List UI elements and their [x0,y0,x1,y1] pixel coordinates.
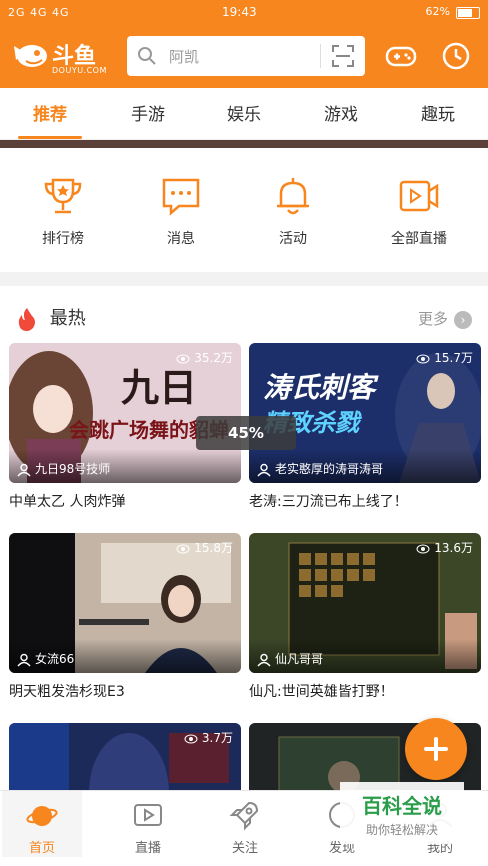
nav-label: 直播 [134,841,161,856]
rocket-icon [229,801,259,831]
quick-item-label: 活动 [279,231,307,247]
douyu-logo[interactable]: 斗鱼 DOUYU.COM [12,36,112,78]
thumb-headline: 涛氏刺客 [263,371,379,404]
quick-entry-row: 排行榜 消息 活动 全部直播 [0,148,488,272]
quick-item-label: 全部直播 [391,231,447,247]
active-tab-indicator [18,136,82,139]
watermark-title: 百科全说 [362,794,442,818]
eye-icon [176,354,190,363]
video-card[interactable]: 15.8万 女流66 明天粗发浩杉现E3 [9,533,241,701]
tab-games[interactable]: 游戏 [306,100,376,125]
category-tabs: 推荐 手游 娱乐 游戏 趣玩 [0,88,488,140]
watermark-subtitle: 助你轻松解决 [365,823,438,837]
quick-item-label: 排行榜 [42,231,84,247]
quick-item-all-live[interactable]: 全部直播 [374,174,464,248]
video-thumbnail: 15.8万 女流66 [9,533,241,673]
fish-logo-icon [14,45,47,67]
planet-home-icon [26,806,58,826]
eye-icon [176,544,190,553]
nav-follow[interactable]: 关注 [205,799,285,856]
add-button[interactable] [405,718,467,780]
history-clock-icon[interactable] [440,40,472,72]
person-icon [17,653,31,666]
tab-recommend[interactable]: 推荐 [15,100,85,125]
signal-indicator: 2G 4G 4G [8,6,70,19]
banner-edge [0,140,488,148]
view-count: 15.7万 [416,349,473,366]
quick-item-messages[interactable]: 消息 [136,174,226,248]
section-title-text: 最热 [49,308,86,329]
view-count: 15.8万 [176,539,233,556]
quick-item-label: 消息 [167,231,195,247]
tab-entertainment[interactable]: 娱乐 [209,100,279,125]
battery-icon [456,7,480,19]
video-thumbnail: 13.6万 仙凡哥哥 [249,533,481,673]
video-title: 老涛:三刀流已布上线了！ [249,494,408,510]
search-bar[interactable]: 阿凯 [127,36,365,76]
view-count: 3.7万 [184,729,233,746]
search-divider [320,44,321,68]
search-icon [138,47,156,65]
section-title: 最热 [16,304,86,331]
video-title: 中单太乙 人肉炸弹 [9,494,126,510]
battery-level: 62% [425,5,450,18]
loading-progress: 45% [196,416,296,450]
nav-label: 关注 [231,841,258,856]
watermark: 百科全说 助你轻松解决 [340,782,464,844]
video-thumbnail: 九日 会跳广场舞的貂蝉 35.2万 九日98号技师 [9,343,241,483]
anchor-name: 女流66 [17,650,74,667]
trophy-icon [44,178,82,214]
person-icon [257,463,271,476]
nav-label: 首页 [28,841,55,856]
arrow-right-icon: › [454,310,472,329]
status-bar: 2G 4G 4G 19:43 62% [0,0,488,26]
video-title: 明天粗发浩杉现E3 [9,684,125,700]
live-play-icon [134,804,162,826]
clock: 19:43 [222,5,257,19]
nav-live[interactable]: 直播 [108,799,188,856]
video-thumbnail: 涛氏刺客 精致杀戮 15.7万 老实憨厚的涛哥涛哥 [249,343,481,483]
fire-icon [18,308,35,331]
message-icon [162,178,200,216]
hot-section: 最热 更多 › 九日 会跳广场舞的貂蝉 35.2万 九日98号技师 中单太乙 人肉… [0,286,488,866]
search-placeholder: 阿凯 [169,48,200,66]
tab-fun[interactable]: 趣玩 [403,100,473,125]
video-icon [399,180,439,212]
person-icon [257,653,271,666]
more-link[interactable]: 更多 › [418,308,472,329]
eye-icon [416,544,430,553]
scan-icon[interactable] [331,44,355,68]
quick-item-ranking[interactable]: 排行榜 [18,174,108,248]
anchor-name: 老实憨厚的涛哥涛哥 [257,460,383,477]
view-count: 35.2万 [176,349,233,366]
thumb-headline: 九日 [121,365,197,410]
video-card[interactable]: 13.6万 仙凡哥哥 仙凡:世间英雄皆打野！ [249,533,481,701]
bell-icon [277,178,309,215]
anchor-name: 仙凡哥哥 [257,650,323,667]
more-label: 更多 [417,310,448,328]
eye-icon [416,354,430,363]
gamepad-icon[interactable] [385,40,417,72]
app-header: 斗鱼 DOUYU.COM 阿凯 [0,26,488,88]
logo-sub: DOUYU.COM [52,66,107,75]
eye-icon [184,734,198,743]
person-icon [17,463,31,476]
anchor-name: 九日98号技师 [17,460,110,477]
view-count: 13.6万 [416,539,473,556]
progress-label: 45% [228,424,264,442]
quick-item-events[interactable]: 活动 [248,174,338,248]
video-title: 仙凡:世间英雄皆打野！ [249,684,394,700]
nav-home[interactable]: 首页 [2,791,82,857]
tab-mobile-games[interactable]: 手游 [113,100,183,125]
